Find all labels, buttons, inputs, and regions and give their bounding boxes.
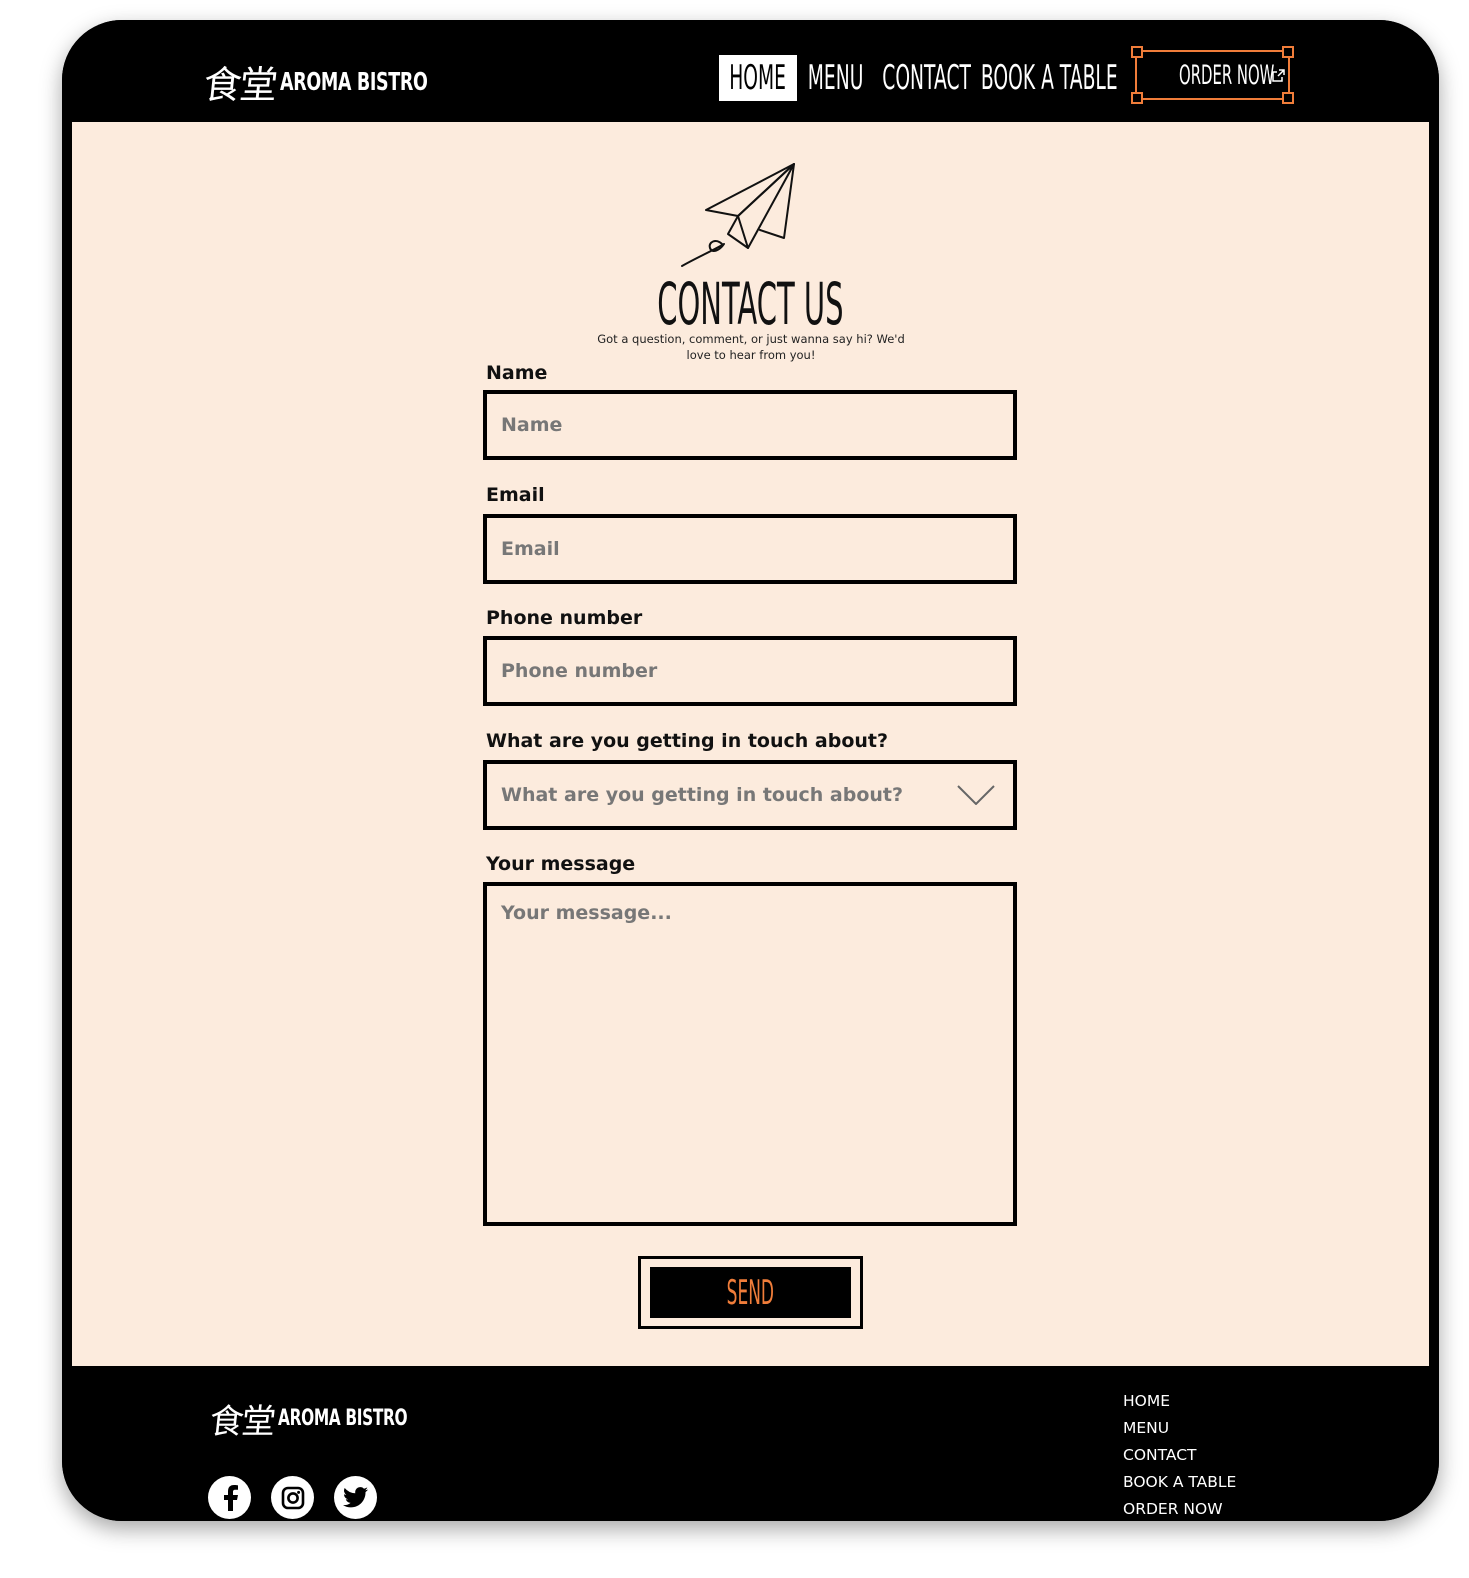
contact-section: CONTACT US Got a question, comment, or j… bbox=[72, 122, 1429, 1366]
nav-home[interactable]: HOME bbox=[719, 55, 797, 101]
topic-placeholder: What are you getting in touch about? bbox=[501, 784, 904, 806]
message-label: Your message bbox=[486, 853, 636, 875]
footer-link-home[interactable]: HOME bbox=[1123, 1388, 1236, 1415]
order-now-label: ORDER NOW bbox=[1179, 59, 1275, 91]
name-input[interactable]: Name bbox=[483, 390, 1017, 460]
phone-placeholder: Phone number bbox=[501, 660, 658, 682]
page-title: CONTACT US bbox=[657, 270, 844, 338]
footer-link-book-a-table[interactable]: BOOK A TABLE bbox=[1123, 1469, 1236, 1496]
message-textarea[interactable]: Your message... bbox=[483, 882, 1017, 1226]
name-placeholder: Name bbox=[501, 414, 563, 436]
footer-logo-kanji: 食堂 bbox=[207, 1402, 276, 1442]
site-footer: 食堂 AROMA BISTRO HOME MENU CONTACT BOOK A… bbox=[62, 1366, 1439, 1521]
paper-plane-icon bbox=[681, 163, 795, 267]
social-links bbox=[208, 1476, 377, 1519]
topic-select[interactable]: What are you getting in touch about? bbox=[483, 760, 1017, 830]
footer-logo-brand-name: AROMA BISTRO bbox=[278, 1406, 408, 1431]
email-label: Email bbox=[486, 484, 545, 506]
page-subtitle: Got a question, comment, or just wanna s… bbox=[597, 332, 905, 362]
name-label: Name bbox=[486, 362, 548, 384]
phone-label: Phone number bbox=[486, 607, 643, 629]
message-placeholder: Your message... bbox=[501, 902, 672, 924]
send-button-inner: SEND bbox=[650, 1267, 851, 1318]
send-label: SEND bbox=[726, 1272, 775, 1313]
site-header: 食堂 AROMA BISTRO HOME MENU CONTACT BOOK A… bbox=[62, 20, 1439, 122]
footer-logo[interactable]: 食堂 AROMA BISTRO bbox=[207, 1394, 463, 1443]
nav-contact[interactable]: CONTACT bbox=[882, 55, 972, 101]
footer-link-menu[interactable]: MENU bbox=[1123, 1415, 1236, 1442]
footer-link-contact[interactable]: CONTACT bbox=[1123, 1442, 1236, 1469]
browser-frame: 食堂 AROMA BISTRO HOME MENU CONTACT BOOK A… bbox=[62, 20, 1439, 1521]
topic-label: What are you getting in touch about? bbox=[486, 730, 889, 752]
footer-link-order-now[interactable]: ORDER NOW bbox=[1123, 1496, 1236, 1521]
footer-nav: HOME MENU CONTACT BOOK A TABLE ORDER NOW bbox=[1123, 1388, 1236, 1521]
order-now-button[interactable]: ORDER NOW bbox=[1131, 46, 1294, 104]
send-button[interactable]: SEND bbox=[638, 1256, 863, 1329]
chevron-down-icon bbox=[957, 785, 995, 805]
email-input[interactable]: Email bbox=[483, 514, 1017, 584]
instagram-icon[interactable] bbox=[271, 1476, 314, 1519]
nav-book-a-table[interactable]: BOOK A TABLE bbox=[981, 55, 1118, 101]
phone-input[interactable]: Phone number bbox=[483, 636, 1017, 706]
logo-kanji: 食堂 bbox=[201, 63, 278, 107]
header-logo[interactable]: 食堂 AROMA BISTRO bbox=[201, 54, 491, 109]
nav-menu[interactable]: MENU bbox=[807, 55, 865, 101]
email-placeholder: Email bbox=[501, 538, 560, 560]
logo-brand-name: AROMA BISTRO bbox=[280, 67, 428, 96]
facebook-icon[interactable] bbox=[208, 1476, 251, 1519]
twitter-icon[interactable] bbox=[334, 1476, 377, 1519]
